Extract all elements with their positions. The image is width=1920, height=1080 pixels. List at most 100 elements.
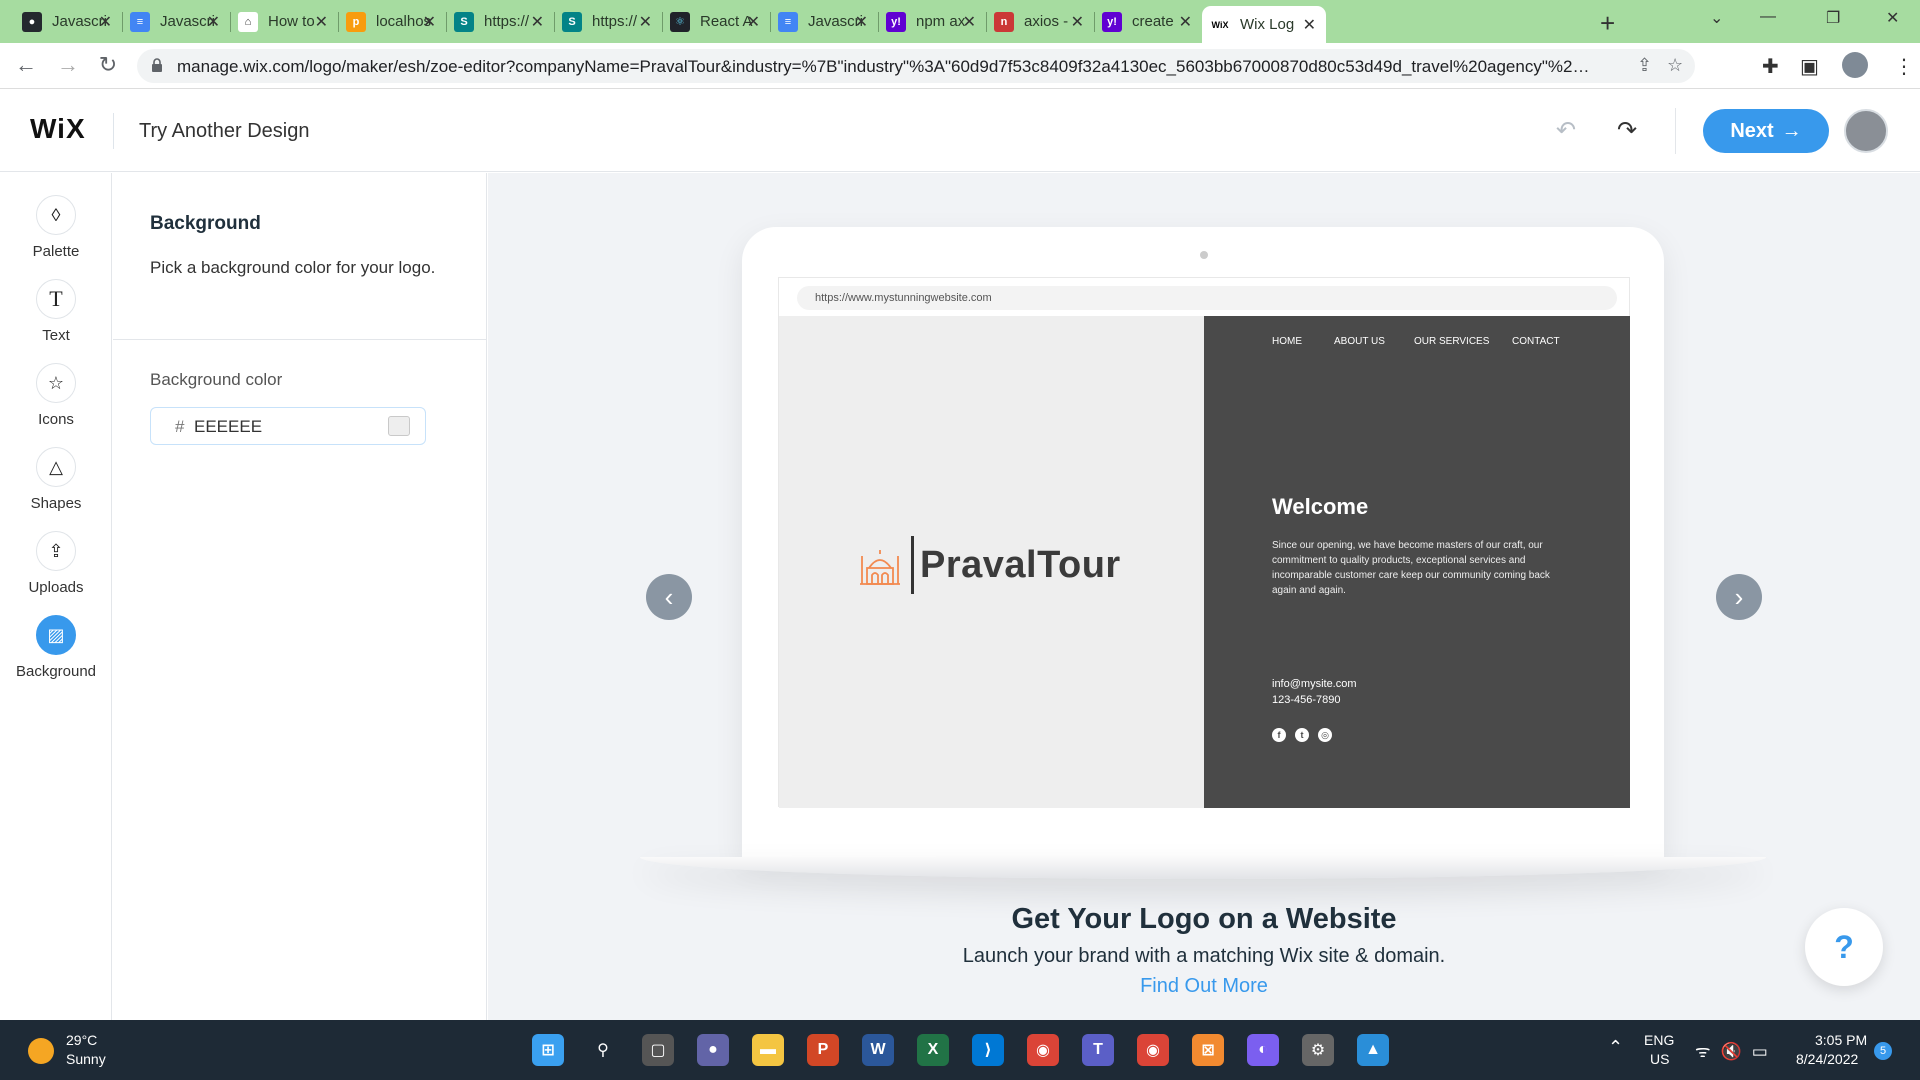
user-avatar[interactable]: [1844, 109, 1888, 153]
browser-tab[interactable]: y! npm ax ✕: [878, 6, 987, 37]
excel-icon[interactable]: X: [917, 1034, 949, 1066]
tool-rail: ◊ Palette T Text ☆ Icons △ Shapes ⇪ Uploads ▨…: [0, 173, 112, 1020]
chevron-up-icon[interactable]: ⌃: [1608, 1037, 1623, 1058]
minimize-icon[interactable]: —: [1760, 8, 1776, 26]
close-window-icon[interactable]: ✕: [1886, 8, 1899, 28]
rail-item-text[interactable]: T Text: [0, 279, 112, 344]
close-icon[interactable]: ✕: [99, 12, 112, 32]
close-icon[interactable]: ✕: [1303, 15, 1316, 35]
search-icon[interactable]: ⚲: [587, 1034, 619, 1066]
react-icon: ⚛: [670, 11, 690, 32]
browser-tab[interactable]: ⚛ React A ✕: [662, 6, 771, 37]
word-icon[interactable]: W: [862, 1034, 894, 1066]
welcome-text: Since our opening, we have become master…: [1272, 540, 1550, 596]
rail-item-icons[interactable]: ☆ Icons: [0, 363, 112, 428]
bookmark-star-icon[interactable]: ☆: [1667, 55, 1683, 76]
undo-icon[interactable]: ↶: [1556, 116, 1576, 145]
sun-icon[interactable]: [28, 1038, 54, 1064]
chrome-icon[interactable]: ◉: [1027, 1034, 1059, 1066]
browser-tab[interactable]: Shttps://✕: [446, 6, 555, 37]
browser-tab-active[interactable]: WiX Wix Log ✕: [1202, 6, 1326, 43]
settings-icon[interactable]: ⚙: [1302, 1034, 1334, 1066]
new-tab-button[interactable]: +: [1600, 8, 1615, 39]
browser-tab[interactable]: Shttps://✕: [554, 6, 663, 37]
phpmyadmin-icon: p: [346, 11, 366, 32]
profile-avatar[interactable]: [1842, 52, 1868, 78]
divider: [1675, 108, 1676, 154]
star-icon: ☆: [36, 363, 76, 403]
promo-title: Get Your Logo on a Website: [1011, 903, 1397, 935]
browser-tab[interactable]: ≡ Javascri ✕: [122, 6, 231, 37]
site-content-pane: HOME ABOUT US OUR SERVICES CONTACT Welco…: [1204, 316, 1630, 808]
clock-time[interactable]: 3:05 PM: [1815, 1032, 1867, 1048]
photos-icon[interactable]: ▲: [1357, 1034, 1389, 1066]
close-icon[interactable]: ✕: [1179, 12, 1192, 32]
weather-temp[interactable]: 29°C: [66, 1032, 97, 1048]
redo-icon[interactable]: ↷: [1617, 116, 1637, 145]
close-icon[interactable]: ✕: [531, 12, 544, 32]
close-icon[interactable]: ✕: [423, 12, 436, 32]
previous-design-button[interactable]: ‹: [646, 574, 692, 620]
url-text[interactable]: manage.wix.com/logo/maker/esh/zoe-editor…: [177, 57, 1597, 77]
arrow-right-icon: →: [1781, 119, 1802, 142]
restore-icon[interactable]: ❐: [1826, 8, 1840, 28]
browser-tab[interactable]: n axios - ✕: [986, 6, 1095, 37]
browser-tab[interactable]: p localhos ✕: [338, 6, 447, 37]
browser-tab[interactable]: ⌂ How to ✕: [230, 6, 339, 37]
close-icon[interactable]: ✕: [1071, 12, 1084, 32]
share-icon[interactable]: ⇪: [1637, 55, 1652, 76]
omnibox[interactable]: manage.wix.com/logo/maker/esh/zoe-editor…: [137, 49, 1695, 83]
rail-item-background[interactable]: ▨ Background: [0, 615, 112, 680]
teams-icon[interactable]: T: [1082, 1034, 1114, 1066]
xampp-icon[interactable]: ⊠: [1192, 1034, 1224, 1066]
brand-logo: PravalTour: [857, 536, 1121, 594]
clock-date[interactable]: 8/24/2022: [1796, 1051, 1858, 1067]
close-icon[interactable]: ✕: [747, 12, 760, 32]
language-indicator[interactable]: ENG: [1644, 1032, 1674, 1048]
system-tray-icons[interactable]: ᯤ🔇▭: [1695, 1039, 1778, 1062]
color-hex-value[interactable]: EEEEEE: [194, 417, 262, 437]
extensions-icon[interactable]: ✚: [1762, 54, 1779, 79]
color-swatch[interactable]: [388, 416, 410, 436]
panel-title: Background: [150, 213, 261, 234]
vscode-icon[interactable]: ⟩: [972, 1034, 1004, 1066]
browser-tab[interactable]: ≡ Javascri ✕: [770, 6, 879, 37]
close-icon[interactable]: ✕: [963, 12, 976, 32]
back-icon[interactable]: ←: [12, 52, 40, 78]
app-icon[interactable]: ◐: [1247, 1034, 1279, 1066]
next-button[interactable]: Next →: [1703, 109, 1829, 153]
try-another-design-link[interactable]: Try Another Design: [139, 120, 309, 143]
notification-badge[interactable]: 5: [1874, 1042, 1892, 1060]
browser-tab[interactable]: y! create ✕: [1094, 6, 1202, 37]
rail-item-uploads[interactable]: ⇪ Uploads: [0, 531, 112, 596]
tab-search-icon[interactable]: ⌄: [1710, 8, 1723, 28]
windows-start-icon[interactable]: ⊞: [532, 1034, 564, 1066]
nav-about: ABOUT US: [1334, 336, 1385, 347]
divider: [113, 339, 487, 340]
region-indicator[interactable]: US: [1650, 1051, 1669, 1067]
background-color-input[interactable]: # EEEEEE: [150, 407, 426, 445]
powerpoint-icon[interactable]: P: [807, 1034, 839, 1066]
browser-tab[interactable]: ● Javascri ✕: [14, 6, 123, 37]
close-icon[interactable]: ✕: [207, 12, 220, 32]
next-design-button[interactable]: ›: [1716, 574, 1762, 620]
file-explorer-icon[interactable]: ▬: [752, 1034, 784, 1066]
close-icon[interactable]: ✕: [855, 12, 868, 32]
wix-logo[interactable]: WiX: [30, 113, 86, 145]
rail-item-shapes[interactable]: △ Shapes: [0, 447, 112, 512]
sharepoint-icon: S: [562, 11, 582, 32]
side-panel-icon[interactable]: ▣: [1800, 54, 1819, 79]
reload-icon[interactable]: ↻: [94, 52, 122, 78]
rail-item-palette[interactable]: ◊ Palette: [0, 195, 112, 260]
weather-condition[interactable]: Sunny: [66, 1051, 106, 1067]
hash-symbol: #: [175, 417, 185, 436]
forward-icon[interactable]: →: [54, 52, 82, 78]
close-icon[interactable]: ✕: [639, 12, 652, 32]
close-icon[interactable]: ✕: [315, 12, 328, 32]
chrome-profile-icon[interactable]: ◉: [1137, 1034, 1169, 1066]
task-view-icon[interactable]: ▢: [642, 1034, 674, 1066]
chat-icon[interactable]: ●: [697, 1034, 729, 1066]
menu-icon[interactable]: ⋮: [1894, 54, 1914, 79]
find-out-more-link[interactable]: Find Out More: [488, 975, 1920, 998]
help-button[interactable]: ?: [1805, 908, 1883, 986]
